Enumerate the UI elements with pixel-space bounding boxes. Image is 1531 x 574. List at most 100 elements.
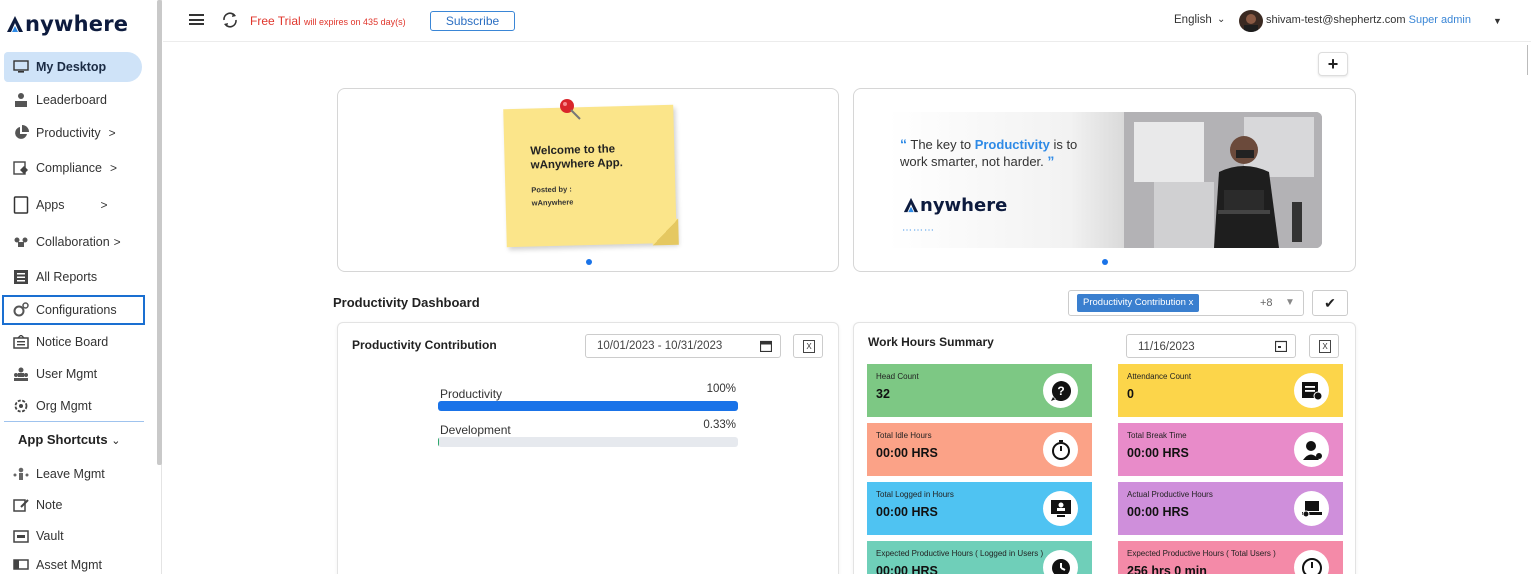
dashboard-title: Productivity Dashboard <box>333 295 480 310</box>
sidebar-item-label: Org Mgmt <box>36 399 92 413</box>
app-logo[interactable]: nywhere <box>6 10 128 38</box>
shortcut-asset-mgmt[interactable]: Asset Mgmt <box>4 550 142 574</box>
bar-fill <box>438 401 738 411</box>
tablet-icon <box>12 196 30 214</box>
calendar-icon[interactable] <box>1274 340 1288 353</box>
sidebar-item-leaderboard[interactable]: Leaderboard <box>4 85 142 115</box>
tile-attendance-count: Attendance Count 0 <box>1118 364 1343 417</box>
carousel-dot[interactable] <box>1102 259 1108 265</box>
carousel-dot[interactable] <box>586 259 592 265</box>
tile-total-break-time: Total Break Time 00:00 HRS <box>1118 423 1343 476</box>
leaderboard-icon <box>12 92 30 108</box>
date-input[interactable]: 11/16/2023 <box>1126 334 1296 358</box>
more-count: +8 <box>1260 297 1273 309</box>
sidebar-item-label: Notice Board <box>36 335 109 349</box>
user-role: Super admin <box>1408 14 1471 26</box>
tile-value: 00:00 HRS <box>1127 446 1189 460</box>
tile-value: 32 <box>876 387 890 401</box>
bar-track <box>438 401 738 411</box>
avatar[interactable] <box>1239 10 1263 32</box>
tile-value: 00:00 HRS <box>876 505 938 519</box>
chevron-right-icon: > <box>110 161 118 175</box>
tile-label: Expected Productive Hours ( Logged in Us… <box>876 549 1044 558</box>
org-gear-icon <box>12 398 30 414</box>
sidebar-item-all-reports[interactable]: All Reports <box>4 262 142 292</box>
sidebar-item-productivity[interactable]: Productivity > <box>4 118 142 148</box>
sidebar-item-label: User Mgmt <box>36 367 98 381</box>
export-excel-button[interactable]: X <box>1309 334 1339 358</box>
sidebar-item-notice-board[interactable]: Notice Board <box>4 327 142 357</box>
tile-label: Expected Productive Hours ( Total Users … <box>1127 549 1276 558</box>
trial-label: Free Trial <box>250 14 301 28</box>
menu-icon[interactable] <box>189 14 204 25</box>
chevron-down-icon[interactable]: ⌄ <box>1217 14 1225 25</box>
promo-quote: “ The key to Productivity is to work sma… <box>900 136 1090 170</box>
panel-title: Productivity Contribution <box>352 338 497 352</box>
calendar-icon[interactable] <box>759 340 773 353</box>
sidebar-item-label: Compliance <box>36 161 103 175</box>
shortcut-leave-mgmt[interactable]: Leave Mgmt <box>4 459 142 489</box>
app-shortcuts-toggle[interactable]: App Shortcuts ⌄ <box>18 432 120 447</box>
logo-text: nywhere <box>25 12 129 36</box>
note-edit-icon <box>12 497 30 513</box>
export-excel-button[interactable]: X <box>793 334 823 358</box>
widget-multiselect[interactable]: Productivity Contribution x +8 ▼ <box>1068 290 1304 316</box>
selected-widget-chip[interactable]: Productivity Contribution x <box>1077 294 1200 312</box>
bar-track <box>438 437 738 447</box>
person-with-laptop-image <box>1124 112 1322 248</box>
excel-icon: X <box>803 340 815 353</box>
user-monitor-icon <box>1043 491 1078 526</box>
add-widget-button[interactable]: + <box>1318 52 1348 76</box>
break-user-icon <box>1294 432 1329 467</box>
excel-icon: X <box>1319 340 1331 353</box>
sidebar: nywhere My Desktop Leaderboard Productiv… <box>0 0 162 574</box>
sidebar-item-label: Collaboration <box>36 235 110 249</box>
chevron-right-icon: > <box>113 235 121 249</box>
promo-logo-text: nywhere <box>920 195 1008 216</box>
sidebar-item-label: Apps <box>36 198 65 212</box>
chevron-down-icon: ⌄ <box>111 435 121 447</box>
sidebar-scrollbar[interactable] <box>157 0 162 465</box>
app-root: nywhere My Desktop Leaderboard Productiv… <box>0 0 1531 574</box>
sidebar-item-compliance[interactable]: Compliance > <box>4 153 142 183</box>
caret-down-icon[interactable]: ▼ <box>1285 297 1295 308</box>
tile-label: Total Idle Hours <box>876 431 932 440</box>
subscribe-button[interactable]: Subscribe <box>430 11 515 31</box>
user-menu[interactable]: shivam-test@shephertz.com Super admin <box>1266 14 1471 26</box>
note-posted-label: Posted by : <box>531 184 572 195</box>
sidebar-item-my-desktop[interactable]: My Desktop <box>4 52 142 82</box>
work-hours-summary-panel: Work Hours Summary 11/16/2023 X Head Cou… <box>853 322 1356 574</box>
tile-total-idle-hours: Total Idle Hours 00:00 HRS <box>867 423 1092 476</box>
shortcut-vault[interactable]: Vault <box>4 521 142 551</box>
shortcut-note[interactable]: Note <box>4 490 142 520</box>
pie-chart-icon <box>12 125 30 141</box>
tile-value: 0 <box>1127 387 1134 401</box>
note-title: Welcome to the wAnywhere App. <box>530 143 624 172</box>
tile-value: 00:00 HRS <box>876 564 938 574</box>
sidebar-item-apps[interactable]: Apps > <box>4 190 142 220</box>
promo-carousel: “ The key to Productivity is to work sma… <box>853 88 1356 272</box>
caret-down-icon[interactable]: ▼ <box>1493 16 1502 26</box>
note-posted: Posted by : wAnywhere <box>531 182 573 209</box>
users-icon <box>12 366 30 382</box>
refresh-icon[interactable] <box>221 11 239 29</box>
scrollbar-edge <box>1527 45 1528 75</box>
gears-icon <box>12 302 30 318</box>
sidebar-item-user-mgmt[interactable]: User Mgmt <box>4 359 142 389</box>
quote-close-icon: ” <box>1047 153 1055 169</box>
reports-icon <box>12 269 30 285</box>
shortcut-label: Leave Mgmt <box>36 467 105 481</box>
apply-check-button[interactable]: ✔ <box>1312 290 1348 316</box>
vault-icon <box>12 528 30 544</box>
sidebar-item-org-mgmt[interactable]: Org Mgmt <box>4 391 142 421</box>
sidebar-item-collaboration[interactable]: Collaboration > <box>4 227 142 257</box>
quote-open-icon: “ <box>900 136 907 152</box>
tile-label: Head Count <box>876 372 919 381</box>
leave-icon <box>12 466 30 482</box>
sidebar-item-configurations[interactable]: Configurations <box>2 295 145 325</box>
language-select[interactable]: English <box>1174 14 1212 26</box>
shortcut-label: Vault <box>36 529 64 543</box>
date-value: 11/16/2023 <box>1138 341 1195 353</box>
date-range-input[interactable]: 10/01/2023 - 10/31/2023 <box>585 334 781 358</box>
note-posted-by: wAnywhere <box>531 197 574 208</box>
